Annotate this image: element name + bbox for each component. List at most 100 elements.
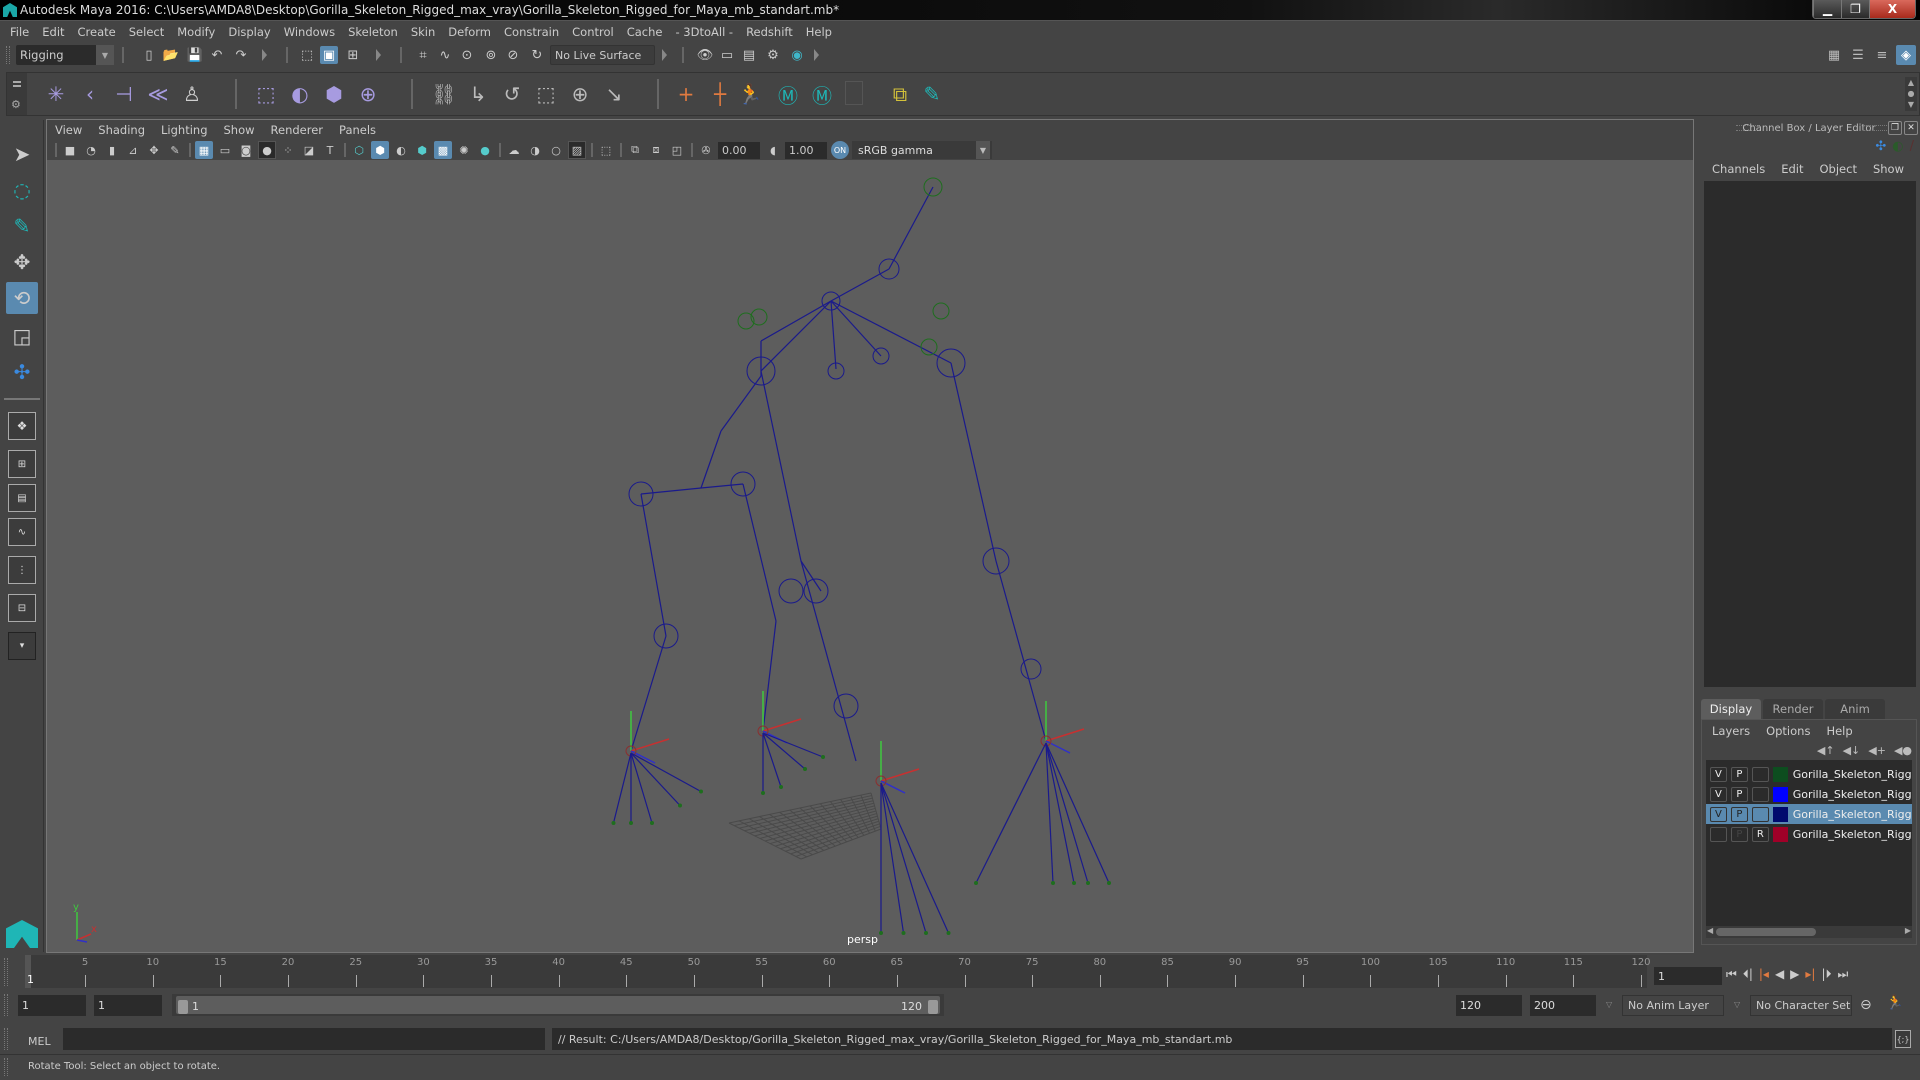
shelf-menu-icon[interactable]: [13, 81, 21, 87]
collapse-icon[interactable]: [662, 49, 667, 61]
tab-display[interactable]: Display: [1701, 699, 1761, 719]
le-menu-options[interactable]: Options: [1766, 724, 1810, 738]
restore-button[interactable]: ❐: [1841, 0, 1869, 18]
render-view-icon[interactable]: 👁: [696, 46, 714, 64]
new-empty-layer-icon[interactable]: ◀+: [1868, 744, 1886, 757]
step-forward-key-icon[interactable]: ▸|: [1805, 967, 1815, 981]
select-by-hierarchy-icon[interactable]: ⬚: [298, 46, 316, 64]
menu-control[interactable]: Control: [572, 25, 614, 39]
new-layer-from-selected-icon[interactable]: ◀●: [1894, 744, 1912, 757]
visibility-toggle[interactable]: V: [1710, 766, 1727, 782]
wireframe-icon[interactable]: ⬡: [350, 141, 368, 159]
step-back-key-icon[interactable]: |◂: [1759, 967, 1769, 981]
textures-icon[interactable]: ▩: [434, 141, 452, 159]
layer-row-selected[interactable]: V P Gorilla_Skeleton_Rigg: [1706, 804, 1912, 824]
playback-toggle[interactable]: P: [1730, 786, 1748, 802]
lattice-icon[interactable]: ⬢: [321, 81, 347, 107]
color-management-toggle-icon[interactable]: ON: [831, 141, 849, 159]
parent-constraint-icon[interactable]: ⛓: [431, 81, 457, 107]
time-slider-grip[interactable]: [4, 958, 8, 986]
paint-weights-icon[interactable]: ◐: [287, 81, 313, 107]
insert-joint-icon[interactable]: ‹: [77, 81, 103, 107]
channel-box-content[interactable]: [1704, 181, 1916, 687]
cb-menu-object[interactable]: Object: [1820, 162, 1857, 176]
two-d-pan-zoom-icon[interactable]: ✥: [145, 141, 163, 159]
3d-viewport[interactable]: persp y x: [47, 160, 1693, 952]
menu-redshift[interactable]: Redshift: [746, 25, 793, 39]
film-gate-icon[interactable]: ▭: [216, 141, 234, 159]
range-slider-grip[interactable]: [4, 994, 8, 1016]
character-set-dropdown[interactable]: No Character Set: [1750, 995, 1852, 1016]
move-layer-down-icon[interactable]: ◀↓: [1843, 744, 1861, 757]
hypershade-persp-layout-icon[interactable]: ⋮: [8, 556, 36, 584]
save-scene-icon[interactable]: 💾: [186, 46, 204, 64]
field-chart-icon[interactable]: ⁘: [279, 141, 297, 159]
select-by-component-icon[interactable]: ⊞: [344, 46, 362, 64]
menu-cache[interactable]: Cache: [627, 25, 663, 39]
speed-icon[interactable]: ◐: [1892, 139, 1903, 154]
menu-skin[interactable]: Skin: [411, 25, 435, 39]
ipr-render-icon[interactable]: ▤: [740, 46, 758, 64]
empty-shelf-slot[interactable]: [845, 81, 863, 105]
tab-anim[interactable]: Anim: [1825, 699, 1885, 719]
animation-preferences-icon[interactable]: 🏃: [1886, 995, 1903, 1011]
range-end-handle[interactable]: [928, 1000, 938, 1014]
chevron-down-icon[interactable]: ▽: [1606, 1000, 1612, 1009]
shade-selected-icon[interactable]: ◐: [392, 141, 410, 159]
open-scene-icon[interactable]: 📂: [162, 46, 180, 64]
panel-grip[interactable]: [1863, 125, 1887, 131]
grease-pencil-icon[interactable]: ✎: [166, 141, 184, 159]
collapse-icon[interactable]: [376, 49, 381, 61]
channel-box-icon[interactable]: ◈: [1896, 45, 1916, 65]
play-backwards-icon[interactable]: ◀: [1775, 967, 1784, 981]
close-button[interactable]: X: [1869, 0, 1915, 18]
attribute-editor-icon[interactable]: ☰: [1848, 45, 1868, 65]
image-plane-icon[interactable]: ⊿: [124, 141, 142, 159]
character-icon[interactable]: 🏃: [737, 81, 763, 107]
layer-color-swatch[interactable]: [1772, 826, 1788, 842]
gamma-field[interactable]: 1.00: [785, 141, 827, 159]
shelf-scroll-buttons[interactable]: ▲ ● ▼: [1905, 77, 1917, 111]
menu-skeleton[interactable]: Skeleton: [348, 25, 398, 39]
universal-manipulator-icon[interactable]: ✣: [6, 356, 38, 388]
lights-icon[interactable]: ✺: [455, 141, 473, 159]
menu-constrain[interactable]: Constrain: [504, 25, 559, 39]
resolution-gate-icon[interactable]: ◙: [237, 141, 255, 159]
visibility-toggle[interactable]: V: [1710, 786, 1727, 802]
snap-rotate-icon[interactable]: ↻: [528, 46, 546, 64]
view-transform-dropdown[interactable]: sRGB gamma ▼: [852, 141, 992, 159]
panel-menu-show[interactable]: Show: [224, 123, 255, 137]
le-menu-help[interactable]: Help: [1826, 724, 1852, 738]
panel-menu-lighting[interactable]: Lighting: [161, 123, 207, 137]
menu-set-dropdown[interactable]: Rigging ▼: [16, 45, 114, 65]
xray-joints-icon[interactable]: ◰: [668, 141, 686, 159]
xray-icon[interactable]: ⧉: [626, 141, 644, 159]
smooth-shade-icon[interactable]: ⬢: [371, 141, 389, 159]
tool-settings-icon[interactable]: ≡: [1872, 45, 1892, 65]
maya-tool-icon[interactable]: Ⓜ: [775, 81, 801, 108]
paint-select-tool-icon[interactable]: ✎: [6, 210, 38, 242]
snap-point-icon[interactable]: ⊙: [458, 46, 476, 64]
locator-icon[interactable]: +: [673, 81, 699, 107]
animation-start-field[interactable]: 1: [18, 995, 86, 1016]
tab-render[interactable]: Render: [1763, 699, 1823, 719]
modeling-toolkit-icon[interactable]: ▦: [1824, 45, 1844, 65]
camera-attributes-icon[interactable]: ◔: [82, 141, 100, 159]
menu-select[interactable]: Select: [129, 25, 164, 39]
persp-graph-outliner-layout-icon[interactable]: ⊟: [8, 594, 36, 622]
gamma-icon[interactable]: ◖: [764, 141, 782, 159]
scroll-right-icon[interactable]: ▶: [1905, 926, 1911, 935]
exposure-field[interactable]: 0.00: [718, 141, 760, 159]
layer-row[interactable]: V P Gorilla_Skeleton_Rigg: [1706, 764, 1912, 784]
screen-space-ao-icon[interactable]: ☁: [505, 141, 523, 159]
collapse-icon[interactable]: [262, 49, 267, 61]
menu-windows[interactable]: Windows: [284, 25, 335, 39]
visibility-toggle[interactable]: [1710, 826, 1727, 842]
cluster-icon[interactable]: ⊕: [355, 81, 381, 107]
playback-toggle[interactable]: P: [1730, 766, 1748, 782]
locator-constraint-icon[interactable]: ┼: [707, 81, 733, 107]
go-to-end-icon[interactable]: ⏭: [1838, 967, 1849, 982]
display-type-toggle[interactable]: [1751, 806, 1769, 822]
grid-icon[interactable]: ▦: [195, 141, 213, 159]
layer-color-swatch[interactable]: [1772, 806, 1788, 822]
